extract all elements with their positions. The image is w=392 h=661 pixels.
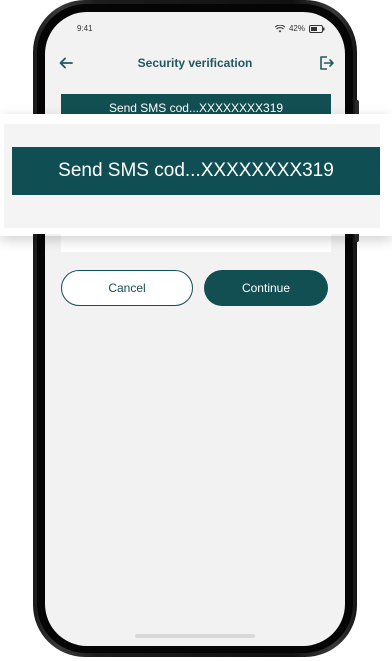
- cancel-button[interactable]: Cancel: [61, 270, 193, 306]
- battery-icon: [309, 24, 325, 33]
- action-buttons: Cancel Continue: [61, 270, 329, 306]
- status-bar: 9:41 42%: [45, 24, 345, 40]
- wifi-icon: [274, 24, 285, 32]
- logout-icon[interactable]: [317, 54, 335, 72]
- continue-button[interactable]: Continue: [204, 270, 328, 306]
- phone-screen: 9:41 42% Security verification Send SMS …: [45, 12, 345, 646]
- status-indicators: 42%: [274, 24, 325, 33]
- battery-percent: 42%: [288, 24, 305, 33]
- page-title: Security verification: [137, 56, 253, 70]
- home-indicator: [135, 634, 255, 638]
- app-header: Security verification: [45, 52, 345, 78]
- status-time: 9:41: [77, 24, 93, 33]
- send-sms-code-button-magnified[interactable]: Send SMS cod...XXXXXXXX319: [12, 147, 380, 195]
- canvas: 9:41 42% Security verification Send SMS …: [0, 0, 392, 661]
